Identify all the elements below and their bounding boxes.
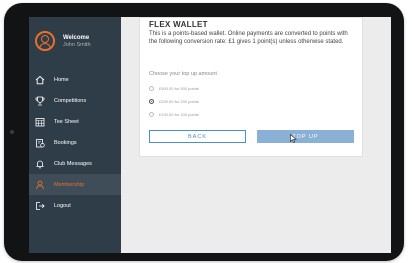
sidebar-nav: Home Competitions Tee Sheet Bookings Clu… xyxy=(29,69,121,216)
sidebar-item-label: Tee Sheet xyxy=(54,118,79,125)
camera-dot xyxy=(10,130,14,134)
top-up-button[interactable]: TOP UP xyxy=(257,130,354,143)
main-content: FLEX WALLET This is a points-based walle… xyxy=(121,17,391,253)
topup-option[interactable]: £500.00 for 500 points xyxy=(149,86,199,91)
sidebar: Welcome John Smith Home Competitions Tee… xyxy=(29,17,121,253)
sidebar-item-label: Logout xyxy=(54,202,71,209)
sidebar-item-label: Membership xyxy=(54,181,85,188)
profile-text: Welcome John Smith xyxy=(63,34,91,49)
topup-option-label: £200.00 for 200 points xyxy=(159,99,199,104)
radio-button[interactable] xyxy=(149,112,154,117)
radio-button-selected[interactable] xyxy=(149,99,154,104)
sidebar-item-label: Competitions xyxy=(54,97,87,104)
bookings-icon xyxy=(35,138,45,148)
card-title: FLEX WALLET xyxy=(149,20,208,29)
sidebar-item-home[interactable]: Home xyxy=(29,69,121,90)
logout-icon xyxy=(35,201,45,211)
bell-icon xyxy=(35,159,45,169)
wallet-description: This is a points-based wallet. Online pa… xyxy=(149,31,348,45)
profile: Welcome John Smith xyxy=(35,31,91,51)
home-icon xyxy=(35,75,45,85)
back-button[interactable]: BACK xyxy=(149,130,246,143)
sidebar-item-bookings[interactable]: Bookings xyxy=(29,132,121,153)
sidebar-item-label: Bookings xyxy=(54,139,77,146)
app-screen: Welcome John Smith Home Competitions Tee… xyxy=(29,17,391,253)
sidebar-item-tee-sheet[interactable]: Tee Sheet xyxy=(29,111,121,132)
topup-option-label: £500.00 for 500 points xyxy=(159,86,199,91)
user-icon xyxy=(35,180,45,190)
welcome-text: Welcome xyxy=(63,34,90,41)
mouse-cursor-icon xyxy=(290,134,297,143)
topup-option[interactable]: £100.00 for 100 points xyxy=(149,112,199,117)
username: John Smith xyxy=(63,41,91,48)
sidebar-item-logout[interactable]: Logout xyxy=(29,195,121,216)
avatar-icon xyxy=(35,31,55,51)
sidebar-item-competitions[interactable]: Competitions xyxy=(29,90,121,111)
trophy-icon xyxy=(35,96,45,106)
sidebar-item-club-messages[interactable]: Club Messages xyxy=(29,153,121,174)
stage: Welcome John Smith Home Competitions Tee… xyxy=(0,0,412,263)
calendar-icon xyxy=(35,117,45,127)
sidebar-item-label: Club Messages xyxy=(54,160,92,167)
flex-wallet-card: FLEX WALLET This is a points-based walle… xyxy=(139,17,363,157)
tablet-frame: Welcome John Smith Home Competitions Tee… xyxy=(4,3,404,261)
sidebar-item-label: Home xyxy=(54,76,69,83)
topup-option[interactable]: £200.00 for 200 points xyxy=(149,99,199,104)
choose-amount-label: Choose your top up amount xyxy=(149,71,217,77)
topup-option-label: £100.00 for 100 points xyxy=(159,112,199,117)
radio-button[interactable] xyxy=(149,86,154,91)
sidebar-item-membership[interactable]: Membership xyxy=(29,174,121,195)
